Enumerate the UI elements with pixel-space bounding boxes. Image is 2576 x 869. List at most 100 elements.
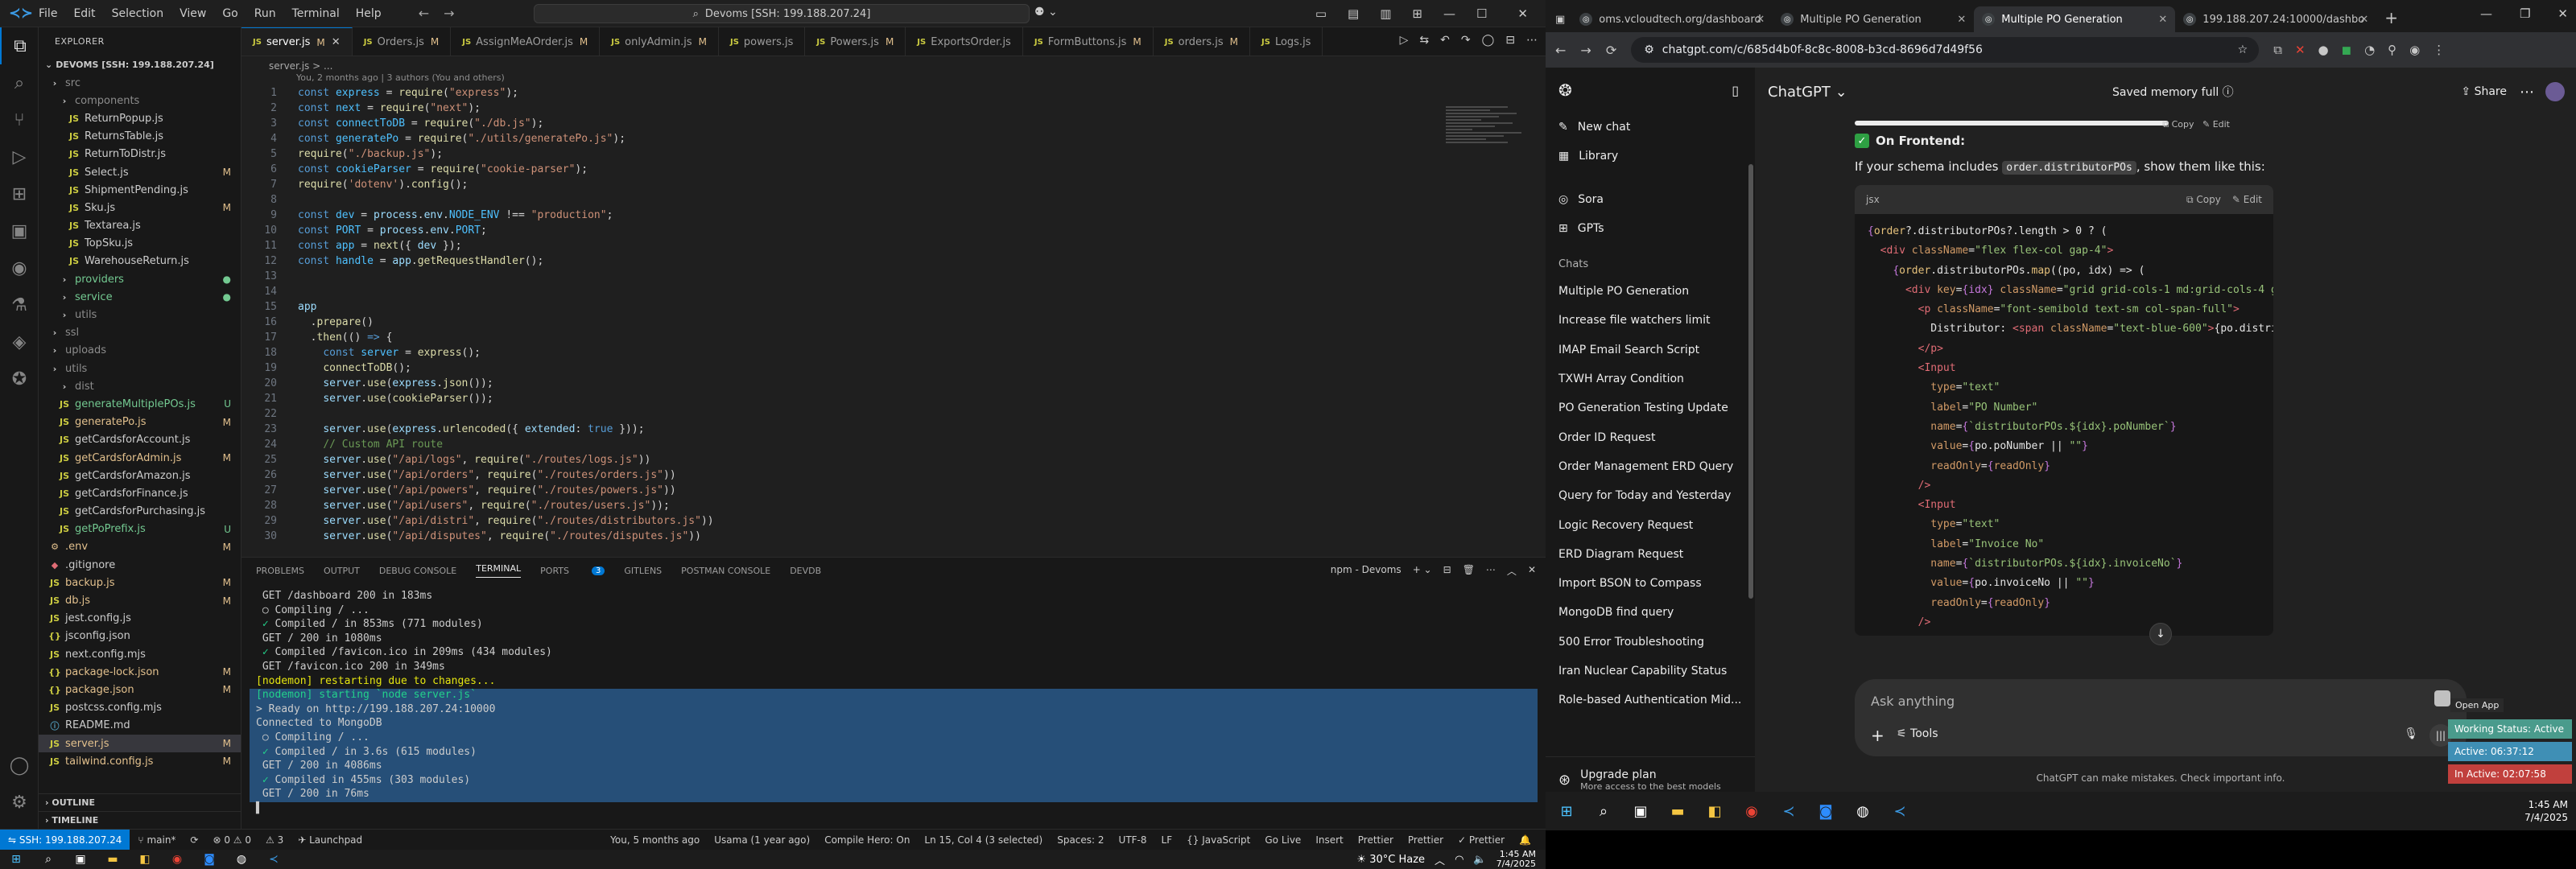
user-avatar[interactable] (2545, 82, 2565, 101)
microphone-icon[interactable]: 🎙 (2404, 727, 2418, 740)
chrome-menu-icon[interactable]: ⋮ (2433, 43, 2445, 57)
chat-history-item[interactable]: Logic Recovery Request (1546, 510, 1755, 539)
message-composer[interactable]: Ask anything + ⚟ Tools 🎙 ||| (1855, 679, 2467, 756)
extension-badge-icon[interactable] (2434, 690, 2450, 706)
address-bar[interactable]: ⚙ chatgpt.com/c/685d4b0f-8c8c-8008-b3cd-… (1631, 37, 2260, 63)
extension-icon-1[interactable]: ⧉ (2273, 43, 2282, 57)
scroll-down-button[interactable]: ↓ (2149, 623, 2172, 645)
tree-folder[interactable]: › utils (39, 360, 241, 377)
close-sidebar-icon[interactable]: ▯ (1732, 83, 1739, 98)
library-link[interactable]: ▦ Library (1546, 142, 1755, 171)
file-explorer-icon[interactable]: ▬ (1662, 795, 1694, 827)
tree-file[interactable]: JS jest.config.js (39, 610, 241, 628)
account-icon[interactable]: ◯ (0, 747, 39, 784)
kill-terminal-icon[interactable]: 🗑 (1463, 564, 1475, 578)
chat-history-item[interactable]: TXWH Array Condition (1546, 364, 1755, 393)
extensions-puzzle-icon[interactable]: ⚲ (2388, 43, 2396, 57)
compare-icon[interactable]: ⇆ (1419, 34, 1429, 47)
minimize-button[interactable]: — (1443, 6, 1455, 21)
workspace-root[interactable]: ⌄ DEVOMS [SSH: 199.188.207.24] (39, 55, 241, 74)
back-arrow-icon[interactable]: ← (419, 6, 429, 21)
tree-file[interactable]: JS getCardsforPurchasing.js (39, 503, 241, 521)
vscode-taskbar-icon[interactable]: ≺ (1773, 795, 1805, 827)
chat-history-item[interactable]: MongoDB find query (1546, 598, 1755, 627)
close-panel-icon[interactable]: ✕ (1528, 564, 1536, 578)
launchpad-status[interactable]: ✈ Launchpad (298, 834, 362, 846)
menu-item-run[interactable]: Run (254, 7, 276, 20)
memory-status[interactable]: Saved memory full ⓘ (2112, 84, 2234, 100)
blame-status[interactable]: You, 5 months ago (610, 834, 700, 846)
browser-tab[interactable]: ◎ 199.188.207.24:10000/dashbo ✕ (2175, 6, 2376, 32)
zoom-icon[interactable]: ◙ (198, 850, 221, 868)
chat-history-item[interactable]: Increase file watchers limit (1546, 306, 1755, 335)
copy-icon[interactable]: ⧉ (2162, 119, 2171, 130)
tree-file[interactable]: JS WarehouseReturn.js (39, 253, 241, 270)
tree-file[interactable]: JS postcss.config.mjs (39, 699, 241, 717)
tree-file[interactable]: JS db.js M (39, 591, 241, 609)
tree-file[interactable]: JS Textarea.js (39, 217, 241, 235)
editor-tab[interactable]: JS Logs.js (1250, 27, 1323, 56)
bookmark-star-icon[interactable]: ☆ (2238, 43, 2248, 56)
run-debug-icon[interactable]: ▷ (0, 138, 39, 175)
go-live-status[interactable]: Go Live (1265, 834, 1301, 846)
copilot-icon[interactable]: ⚉ ⌄ (1034, 6, 1058, 19)
tree-file[interactable]: JS ReturnPopup.js (39, 109, 241, 127)
tree-file[interactable]: {} package-lock.json M (39, 663, 241, 681)
tree-file[interactable]: JS TopSku.js (39, 235, 241, 253)
close-button[interactable]: ✕ (1508, 6, 1538, 21)
extension-icon-4[interactable]: ◼ (2342, 43, 2351, 57)
volume-icon[interactable]: 🔈 (1473, 854, 1486, 866)
zoom-icon[interactable]: ◙ (1810, 795, 1842, 827)
chat-history-item[interactable]: Query for Today and Yesterday (1546, 481, 1755, 510)
author-status[interactable]: Usama (1 year ago) (714, 834, 810, 846)
taskbar-search-icon[interactable]: ⌕ (37, 850, 60, 868)
store-icon[interactable]: ◧ (1699, 795, 1731, 827)
chat-history-item[interactable]: Role-based Authentication Mid... (1546, 686, 1755, 715)
forward-icon[interactable]: ↷ (1461, 34, 1471, 47)
code-editor[interactable]: 1 const express = require("express"); 2 con… (242, 85, 1449, 557)
editor-tab[interactable]: JS onlyAdmin.js M (600, 27, 719, 56)
editor-tab[interactable]: JS Powers.js M (805, 27, 906, 56)
editor-tab[interactable]: JS Orders.js M (353, 27, 452, 56)
chat-history-item[interactable]: Iran Nuclear Capability Status (1546, 657, 1755, 686)
warnings-status[interactable]: ⚠ 3 (266, 834, 283, 846)
chat-history-item[interactable]: Order ID Request (1546, 422, 1755, 451)
prettier-status-3[interactable]: ✓ Prettier (1458, 834, 1505, 846)
language-mode[interactable]: {} JavaScript (1187, 834, 1250, 846)
tree-folder[interactable]: › src (39, 74, 241, 92)
tree-file[interactable]: JS ReturnToDistr.js (39, 146, 241, 163)
panel-tab-postman-console[interactable]: POSTMAN CONSOLE (681, 566, 770, 576)
menu-item-selection[interactable]: Selection (112, 7, 164, 20)
branch-status[interactable]: ⑂ main* (138, 834, 175, 846)
gitlens-icon[interactable]: ◉ (0, 249, 39, 286)
terminal-name[interactable]: npm - Devoms (1331, 564, 1402, 578)
panel-tab-debug-console[interactable]: DEBUG CONSOLE (379, 566, 456, 576)
menu-item-go[interactable]: Go (222, 7, 237, 20)
editor-tab[interactable]: JS server.js M ✕ (242, 27, 353, 56)
tree-file[interactable]: JS getCardsforAdmin.js M (39, 449, 241, 467)
tree-file[interactable]: {} jsconfig.json (39, 628, 241, 645)
tab-search-icon[interactable]: ▣ (1555, 14, 1565, 26)
tree-file[interactable]: JS getPoPrefix.js U (39, 521, 241, 538)
editor-tab[interactable]: JS FormButtons.js M (1023, 27, 1154, 56)
profile-avatar-icon[interactable]: ◉ (2409, 43, 2420, 57)
chat-history-item[interactable]: 500 Error Troubleshooting (1546, 628, 1755, 657)
tools-button[interactable]: ⚟ Tools (1897, 727, 1938, 740)
sora-link[interactable]: ◎ Sora (1546, 185, 1755, 214)
wifi-icon[interactable]: ◠ (1455, 854, 1463, 866)
tree-file[interactable]: ⚙ .env M (39, 538, 241, 556)
chat-history-item[interactable]: ERD Diagram Request (1546, 540, 1755, 569)
notifications-bell-icon[interactable]: 🔔 (1519, 834, 1531, 846)
system-clock[interactable]: 1:45 AM 7/4/2025 (1496, 850, 1536, 869)
chat-history-item[interactable]: Order Management ERD Query (1546, 452, 1755, 481)
chat-history-item[interactable]: Multiple PO Generation (1546, 277, 1755, 306)
new-chat-button[interactable]: ✎ New chat (1546, 113, 1755, 142)
editor-tab[interactable]: JS AssignMeAOrder.js M (451, 27, 601, 56)
tree-file[interactable]: JS next.config.mjs (39, 645, 241, 663)
openai-logo-icon[interactable]: ❂ (1558, 80, 1572, 100)
split-editor-icon[interactable]: ⊟ (1505, 34, 1515, 47)
prettier-status-2[interactable]: Prettier (1408, 834, 1443, 846)
cursor-position[interactable]: Ln 15, Col 4 (3 selected) (924, 834, 1042, 846)
edit-icon[interactable]: ✎ (2202, 119, 2213, 130)
menu-item-file[interactable]: File (39, 7, 57, 20)
